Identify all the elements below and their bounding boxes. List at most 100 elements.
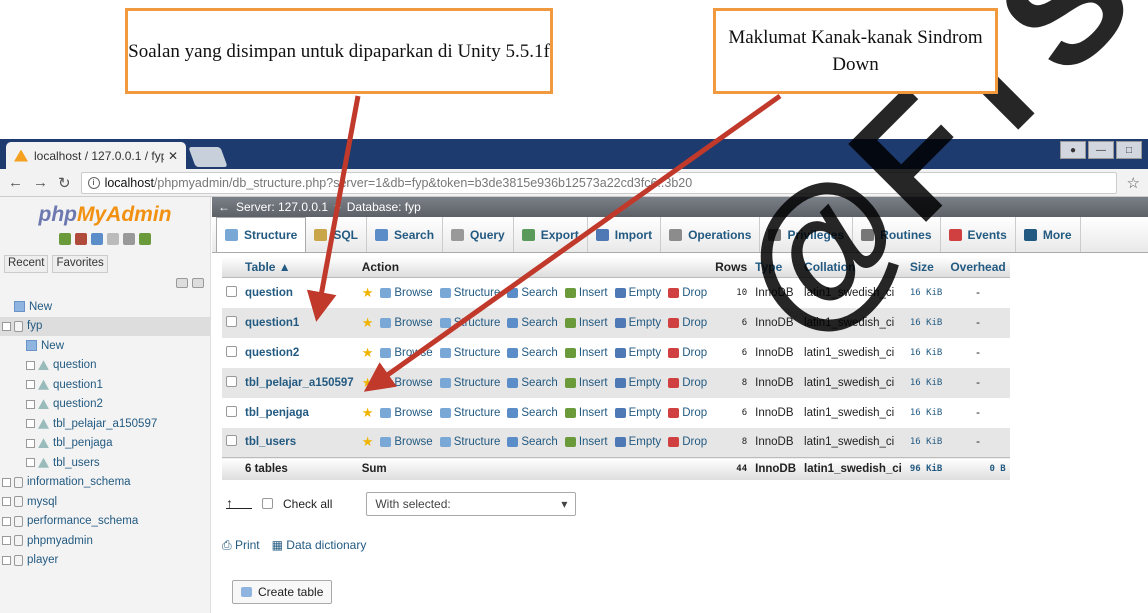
home-icon[interactable] (59, 233, 71, 245)
expand-icon[interactable] (2, 516, 11, 526)
with-selected-dropdown[interactable]: With selected: ▾ (366, 491, 577, 516)
action-drop[interactable]: Drop (668, 287, 707, 299)
user-icon[interactable]: ● (1060, 141, 1086, 159)
favorite-star-icon[interactable]: ★ (362, 345, 374, 361)
help-icon[interactable] (91, 233, 103, 245)
action-search[interactable]: Search (507, 287, 558, 299)
action-insert[interactable]: Insert (564, 347, 608, 359)
tree-item-New[interactable]: New (0, 297, 211, 317)
action-browse[interactable]: Browse (380, 287, 433, 299)
action-drop[interactable]: Drop (668, 347, 707, 359)
collapse-all-icon[interactable] (176, 278, 188, 288)
breadcrumb-database[interactable]: Database: fyp (347, 200, 421, 214)
new-tab-button[interactable] (188, 147, 228, 167)
tab-structure[interactable]: Structure (216, 217, 307, 252)
action-search[interactable]: Search (507, 407, 558, 419)
action-structure[interactable]: Structure (439, 377, 500, 389)
action-search[interactable]: Search (507, 436, 558, 448)
action-search[interactable]: Search (507, 377, 558, 389)
maximize-icon[interactable]: □ (1116, 141, 1142, 159)
row-check[interactable] (222, 427, 241, 458)
action-drop[interactable]: Drop (668, 317, 707, 329)
table-name-link[interactable]: tbl_users (241, 427, 358, 458)
tree-item-tbl-pelajar-a150597[interactable]: tbl_pelajar_a150597 (0, 414, 211, 434)
row-checkbox[interactable] (226, 345, 237, 357)
table-name-link[interactable]: tbl_penjaga (241, 397, 358, 428)
table-name-link[interactable]: question (241, 277, 358, 308)
expand-icon[interactable] (26, 458, 35, 468)
row-check[interactable] (222, 337, 241, 368)
tab-export[interactable]: Export (514, 217, 588, 252)
action-insert[interactable]: Insert (564, 317, 608, 329)
favorite-star-icon[interactable]: ★ (362, 315, 374, 331)
action-insert[interactable]: Insert (564, 287, 608, 299)
breadcrumb-server[interactable]: Server: 127.0.0.1 (236, 200, 328, 214)
print-link[interactable]: ⎙ Print (222, 538, 260, 553)
action-structure[interactable]: Structure (439, 436, 500, 448)
tab-sql[interactable]: SQL (306, 217, 368, 252)
header-overhead[interactable]: Overhead (946, 257, 1010, 278)
row-check[interactable] (222, 367, 241, 398)
row-size[interactable]: 16 KiB (905, 307, 947, 338)
row-checkbox[interactable] (226, 375, 237, 387)
row-checkbox[interactable] (226, 285, 237, 297)
action-drop[interactable]: Drop (668, 407, 707, 419)
settings-icon[interactable] (123, 233, 135, 245)
row-size[interactable]: 16 KiB (905, 367, 947, 398)
tree-item-question1[interactable]: question1 (0, 375, 211, 395)
forward-icon[interactable]: → (33, 174, 48, 191)
tree-item-performance-schema[interactable]: performance_schema (0, 512, 211, 532)
row-check[interactable] (222, 277, 241, 308)
action-insert[interactable]: Insert (564, 407, 608, 419)
tab-search[interactable]: Search (367, 217, 444, 252)
back-icon[interactable]: ← (8, 174, 23, 191)
action-empty[interactable]: Empty (614, 317, 661, 329)
expand-icon[interactable] (26, 360, 35, 370)
row-checkbox[interactable] (226, 315, 237, 327)
action-search[interactable]: Search (507, 347, 558, 359)
collapse-arrow-icon[interactable]: ← (218, 200, 230, 214)
tree-item-player[interactable]: player (0, 551, 211, 571)
tree-item-information-schema[interactable]: information_schema (0, 473, 211, 493)
action-browse[interactable]: Browse (380, 347, 433, 359)
phpmyadmin-logo[interactable]: phpMyAdmin (0, 197, 210, 233)
logout-icon[interactable] (75, 233, 87, 245)
tree-item-New[interactable]: New (0, 336, 211, 356)
action-structure[interactable]: Structure (439, 317, 500, 329)
expand-icon[interactable] (2, 536, 11, 546)
docs-icon[interactable] (107, 233, 119, 245)
action-empty[interactable]: Empty (614, 436, 661, 448)
table-name-link[interactable]: question1 (241, 307, 358, 338)
minimize-icon[interactable]: — (1088, 141, 1114, 159)
tree-item-question[interactable]: question (0, 356, 211, 376)
action-browse[interactable]: Browse (380, 317, 433, 329)
row-size[interactable]: 16 KiB (905, 427, 947, 458)
action-structure[interactable]: Structure (439, 287, 500, 299)
data-dictionary-link[interactable]: ▦ Data dictionary (272, 538, 367, 553)
favorite-star-icon[interactable]: ★ (362, 285, 374, 301)
create-table-button[interactable]: Create table (232, 580, 333, 604)
action-empty[interactable]: Empty (614, 377, 661, 389)
tree-item-fyp[interactable]: fyp (0, 316, 211, 336)
expand-icon[interactable] (26, 438, 35, 448)
action-empty[interactable]: Empty (614, 287, 661, 299)
info-icon[interactable]: i (87, 176, 100, 189)
tab-query[interactable]: Query (443, 217, 514, 252)
tree-item-tbl-users[interactable]: tbl_users (0, 453, 211, 473)
close-tab-icon[interactable]: ✕ (168, 149, 178, 163)
action-structure[interactable]: Structure (439, 347, 500, 359)
recent-button[interactable]: Recent (4, 255, 49, 273)
expand-icon[interactable] (2, 555, 11, 565)
row-size[interactable]: 16 KiB (905, 337, 947, 368)
favorite-star-icon[interactable]: ★ (362, 375, 374, 391)
bookmark-star-icon[interactable]: ☆ (1127, 174, 1140, 192)
action-empty[interactable]: Empty (614, 347, 661, 359)
row-checkbox[interactable] (226, 435, 237, 447)
expand-icon[interactable] (26, 380, 35, 390)
check-all-checkbox[interactable] (262, 498, 273, 509)
favorites-button[interactable]: Favorites (52, 255, 108, 273)
action-structure[interactable]: Structure (439, 407, 500, 419)
table-name-link[interactable]: tbl_pelajar_a150597 (241, 367, 358, 398)
row-check[interactable] (222, 397, 241, 428)
action-insert[interactable]: Insert (564, 377, 608, 389)
